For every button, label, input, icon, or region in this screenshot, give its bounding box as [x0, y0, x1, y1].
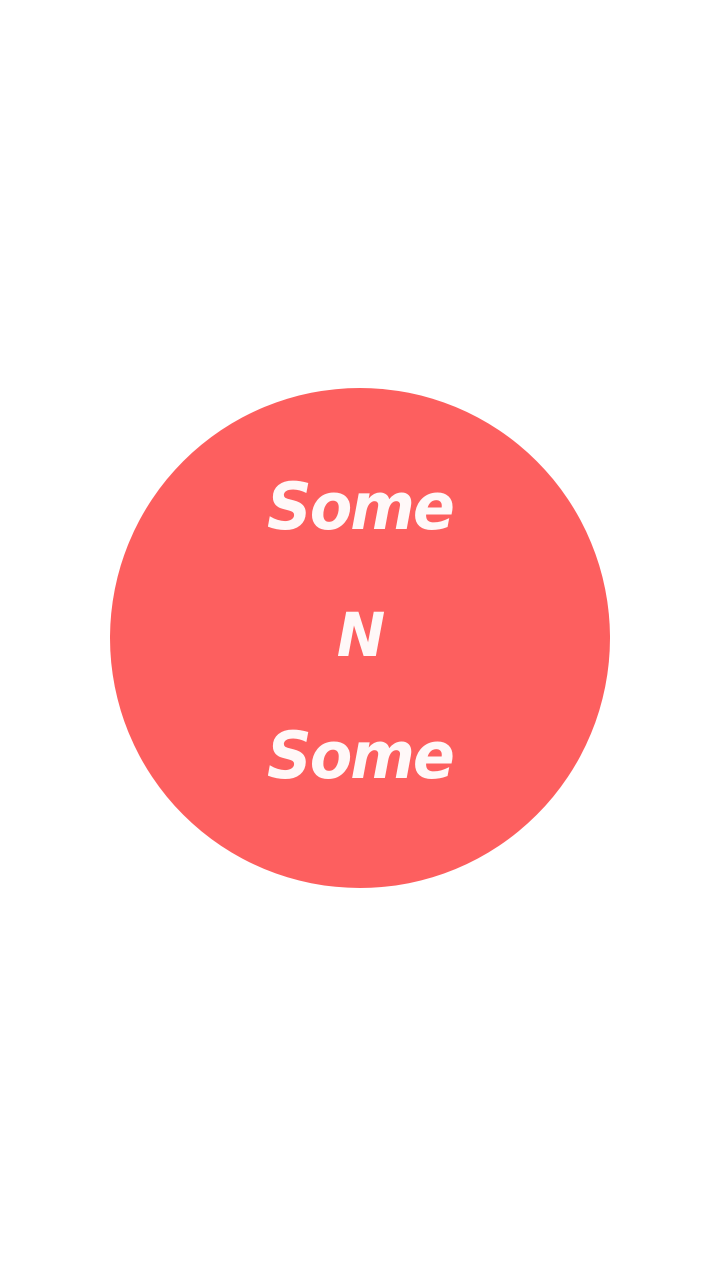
app-logo: Some N Some [110, 388, 610, 888]
logo-text-line-1: Some [267, 468, 455, 545]
logo-text-line-2: N [336, 599, 386, 671]
logo-text-line-3: Some [267, 717, 455, 794]
